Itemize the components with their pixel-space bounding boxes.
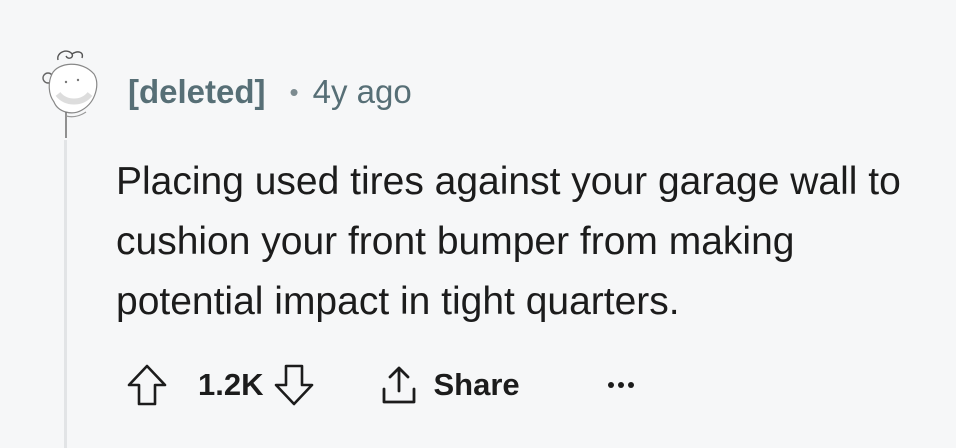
more-options-icon-dot bbox=[627, 382, 634, 388]
comment: [deleted] • 4y ago Placing used tires ag… bbox=[0, 0, 956, 448]
share-label: Share bbox=[433, 367, 520, 402]
more-options-button[interactable] bbox=[607, 360, 634, 410]
downvote-arrow-icon bbox=[275, 364, 314, 406]
vote-score: 1.2K bbox=[198, 367, 264, 402]
more-options-icon-dot bbox=[617, 382, 624, 388]
comment-header: [deleted] • 4y ago bbox=[128, 70, 412, 114]
avatar[interactable] bbox=[38, 44, 102, 140]
author-name[interactable]: [deleted] bbox=[128, 73, 266, 111]
share-icon bbox=[383, 366, 416, 404]
downvote-button[interactable] bbox=[271, 360, 317, 410]
meta-separator: • bbox=[289, 76, 299, 107]
upvote-button[interactable] bbox=[124, 360, 170, 410]
more-options-icon bbox=[607, 382, 614, 388]
comment-actions: 1.2K Share bbox=[124, 360, 634, 410]
thread-line[interactable] bbox=[64, 140, 67, 448]
share-button[interactable]: Share bbox=[381, 365, 520, 405]
upvote-arrow-icon bbox=[127, 364, 167, 406]
comment-body: Placing used tires against your garage w… bbox=[116, 160, 901, 323]
snoo-avatar-icon bbox=[42, 50, 98, 138]
timestamp[interactable]: 4y ago bbox=[313, 73, 412, 111]
